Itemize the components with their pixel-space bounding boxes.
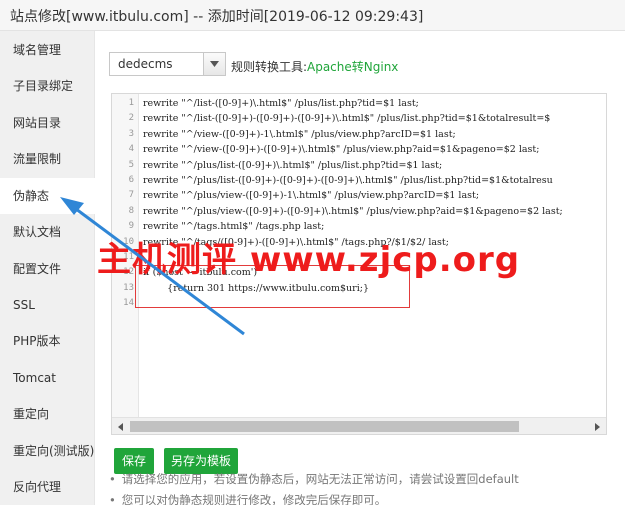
line-number: 9: [128, 221, 134, 232]
line-number: 4: [128, 144, 134, 155]
bullet-icon: •: [109, 493, 116, 505]
line-number: 14: [123, 298, 134, 309]
line-number: 3: [128, 128, 134, 139]
scroll-left-icon[interactable]: [115, 421, 127, 433]
code-line: rewrite "^/tags.html$" /tags.php last;: [143, 221, 325, 233]
code-line: rewrite "^/plus/view-([0-9]+)-([0-9]+)\.…: [143, 205, 563, 217]
dialog-title: 站点修改[www.itbulu.com] -- 添加时间[2019-06-12 …: [10, 9, 424, 25]
sidebar-item-redirect-beta[interactable]: 重定向(测试版): [0, 433, 95, 469]
sidebar-item-ssl[interactable]: SSL: [0, 287, 95, 323]
line-number: 12: [123, 267, 134, 278]
site-edit-dialog: 站点修改[www.itbulu.com] -- 添加时间[2019-06-12 …: [0, 0, 625, 505]
sidebar-item-domain[interactable]: 域名管理: [0, 32, 95, 68]
sidebar-item-traffic-limit[interactable]: 流量限制: [0, 141, 95, 177]
scroll-right-icon[interactable]: [591, 421, 603, 433]
code-line: {return 301 https://www.itbulu.com$uri;}: [143, 282, 370, 294]
line-number: 2: [128, 113, 134, 124]
sidebar-item-redirect[interactable]: 重定向: [0, 396, 95, 432]
sidebar-item-subdir-binding[interactable]: 子目录绑定: [0, 68, 95, 104]
bullet-icon: •: [109, 472, 116, 486]
tip-text: 您可以对伪静态规则进行修改，修改完后保存即可。: [121, 493, 387, 505]
line-number: 5: [128, 159, 134, 170]
sidebar-item-reverse-proxy[interactable]: 反向代理: [0, 469, 95, 505]
line-number-gutter: 1 2 3 4 5 6 7 8 9 10 11 12 13 14: [112, 94, 139, 417]
line-number: 7: [128, 190, 134, 201]
line-number: 8: [128, 205, 134, 216]
sidebar-item-rewrite[interactable]: 伪静态: [0, 178, 96, 214]
editor-horizontal-scrollbar[interactable]: [112, 417, 606, 434]
sidebar: 域名管理 子目录绑定 网站目录 流量限制 伪静态 默认文档 配置文件 SSL P…: [0, 31, 96, 505]
code-line: rewrite "^/plus/list-([0-9]+)-([0-9]+)-(…: [143, 175, 553, 186]
line-number: 13: [123, 282, 134, 293]
sidebar-item-default-doc[interactable]: 默认文档: [0, 214, 95, 250]
code-line: rewrite "^/plus/list-([0-9]+)\.html$" /p…: [143, 159, 443, 171]
code-line: if ($host ~ 'itbulu.com'): [143, 267, 258, 279]
line-number: 1: [128, 98, 134, 108]
rewrite-panel: dedecms 规则转换工具: Apache转Nginx 1 2 3 4 5 6…: [95, 31, 625, 505]
rewrite-code-editor[interactable]: 1 2 3 4 5 6 7 8 9 10 11 12 13 14 rewrite…: [111, 93, 607, 435]
apache-to-nginx-link[interactable]: Apache转Nginx: [307, 58, 398, 75]
code-line: rewrite "^/tags/([0-9]+)-([0-9]+)\.html$…: [143, 236, 449, 248]
sidebar-item-php-version[interactable]: PHP版本: [0, 323, 95, 359]
line-number: 11: [123, 252, 134, 262]
code-line: rewrite "^/view-([0-9]+)-([0-9]+)\.html$…: [143, 144, 540, 156]
chevron-down-icon[interactable]: [203, 53, 225, 75]
code-line: rewrite "^/plus/view-([0-9]+)-1\.html$" …: [143, 190, 480, 202]
tip-item: • 请选择您的应用，若设置伪静态后，网站无法正常访问，请尝试设置回default: [109, 471, 519, 487]
rewrite-rule-select-value: dedecms: [118, 57, 173, 71]
code-line: rewrite "^/view-([0-9]+)-1\.html$" /plus…: [143, 128, 456, 140]
dialog-titlebar: 站点修改[www.itbulu.com] -- 添加时间[2019-06-12 …: [0, 0, 625, 31]
line-number: 10: [123, 236, 134, 247]
code-line: rewrite "^/list-([0-9]+)\.html$" /plus/l…: [143, 98, 419, 109]
code-line: rewrite "^/list-([0-9]+)-([0-9]+)-([0-9]…: [143, 113, 551, 125]
sidebar-item-site-dir[interactable]: 网站目录: [0, 105, 95, 141]
rule-convert-label: 规则转换工具:: [231, 60, 308, 74]
scrollbar-thumb[interactable]: [130, 421, 519, 432]
sidebar-item-config-file[interactable]: 配置文件: [0, 251, 95, 287]
tip-item: • 您可以对伪静态规则进行修改，修改完后保存即可。: [109, 492, 386, 505]
sidebar-item-tomcat[interactable]: Tomcat: [0, 360, 95, 396]
tip-text: 请选择您的应用，若设置伪静态后，网站无法正常访问，请尝试设置回default: [121, 472, 519, 486]
rewrite-rule-select[interactable]: dedecms: [109, 52, 226, 76]
line-number: 6: [128, 175, 134, 185]
